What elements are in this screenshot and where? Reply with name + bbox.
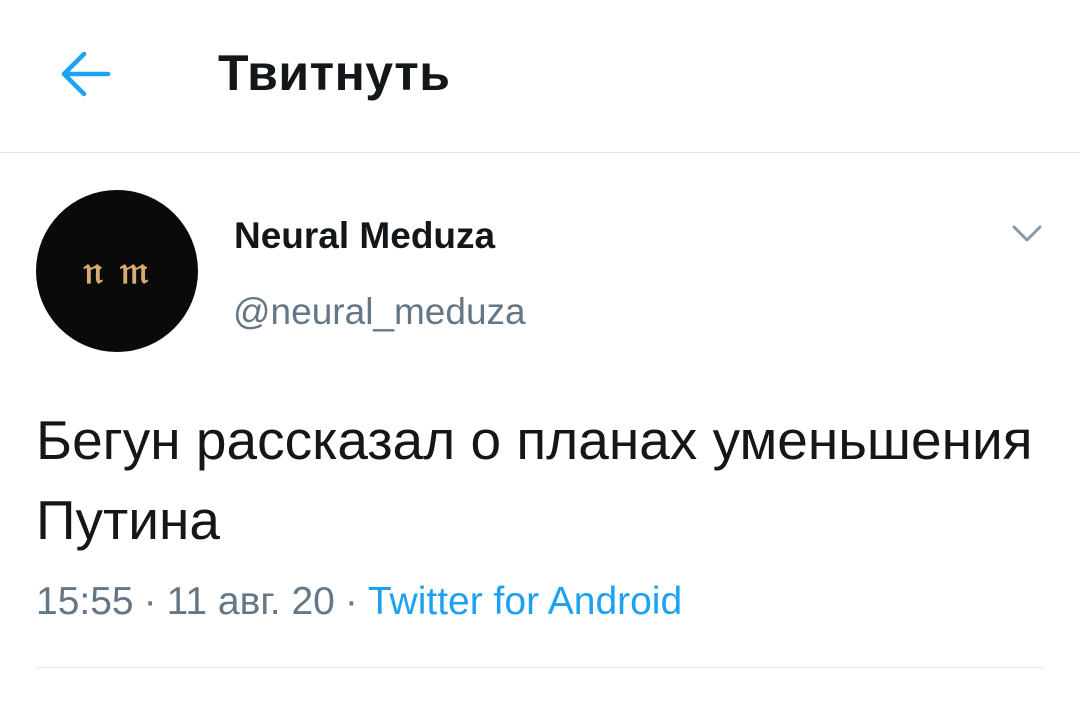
chevron-down-icon [1012, 225, 1042, 242]
user-handle[interactable]: @neural_meduza [233, 288, 526, 336]
top-bar: Твитнуть [0, 0, 1080, 153]
arrow-left-icon [61, 51, 111, 97]
avatar[interactable]: 𝔫 𝔪 [36, 190, 198, 352]
avatar-logo: 𝔫 𝔪 [83, 247, 151, 292]
tweet-text: Бегун рассказал о планах уменьшения Пути… [36, 409, 1033, 551]
divider [36, 667, 1044, 668]
tweet-source-link[interactable]: Twitter for Android [368, 580, 682, 623]
display-name[interactable]: Neural Meduza [234, 212, 495, 260]
page-title: Твитнуть [218, 45, 451, 101]
tweet-time: 15:55 [36, 580, 134, 623]
meta-separator: · [143, 580, 157, 623]
back-button[interactable] [50, 44, 120, 104]
tweet-meta: 15:55 · 11 авг. 20 · Twitter for Android [36, 575, 682, 629]
tweet-menu-button[interactable] [1002, 214, 1052, 254]
tweet-date: 11 авг. 20 [166, 580, 335, 623]
meta-separator: · [344, 580, 358, 623]
